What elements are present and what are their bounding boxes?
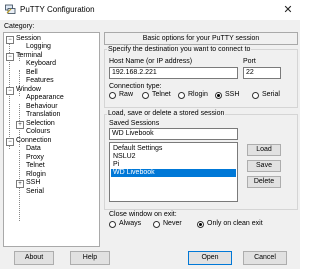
radio-ssh-label[interactable]: SSH [225, 91, 239, 98]
radio-serial-label[interactable]: Serial [262, 91, 280, 98]
category-label: Category: [4, 23, 35, 30]
cancel-button[interactable]: Cancel [243, 251, 287, 265]
tree-item-serial[interactable]: Serial [26, 188, 44, 196]
tree-item-ssh[interactable]: SSH [26, 179, 40, 187]
tree-item-telnet[interactable]: Telnet [26, 162, 45, 170]
radio-always-label[interactable]: Always [119, 220, 141, 227]
radio-ssh[interactable] [215, 92, 222, 99]
tree-item-bell[interactable]: Bell [26, 69, 38, 77]
tree-item-selection[interactable]: Selection [26, 120, 55, 128]
tree-item-colours[interactable]: Colours [26, 128, 50, 136]
about-button[interactable]: About [14, 251, 54, 265]
tree-item-session[interactable]: Session [16, 35, 41, 43]
radio-serial[interactable] [252, 92, 259, 99]
tree-item-logging[interactable]: Logging [26, 43, 51, 51]
tree-item-terminal[interactable]: Terminal [16, 52, 42, 60]
sessions-group-label: Load, save or delete a stored session [107, 110, 226, 117]
tree-item-translation[interactable]: Translation [26, 111, 60, 119]
connection-type-label: Connection type: [109, 83, 162, 90]
list-item[interactable]: Default Settings [111, 145, 236, 153]
collapse-icon[interactable]: − [6, 138, 14, 146]
tree-item-rlogin[interactable]: Rlogin [26, 171, 46, 179]
tree-item-features[interactable]: Features [26, 77, 54, 85]
radio-never-label[interactable]: Never [163, 220, 182, 227]
list-item-selected[interactable]: WD Livebook [111, 169, 236, 177]
window-title: PuTTY Configuration [20, 5, 95, 14]
expand-icon[interactable]: + [16, 121, 24, 129]
save-button[interactable]: Save [247, 160, 281, 172]
sessions-list[interactable]: Default Settings NSLU2 Pi WD Livebook [109, 142, 238, 202]
expand-icon[interactable]: + [16, 180, 24, 188]
radio-never[interactable] [153, 221, 160, 228]
load-button[interactable]: Load [247, 144, 281, 156]
radio-rlogin-label[interactable]: Rlogin [188, 91, 208, 98]
tree-item-keyboard[interactable]: Keyboard [26, 60, 56, 68]
close-exit-label: Close window on exit: [109, 211, 177, 218]
tree-item-window[interactable]: Window [16, 86, 41, 94]
tree-item-appearance[interactable]: Appearance [26, 94, 64, 102]
collapse-icon[interactable]: − [6, 87, 14, 95]
list-item[interactable]: NSLU2 [111, 153, 236, 161]
radio-raw[interactable] [109, 92, 116, 99]
saved-sessions-input[interactable]: WD Livebook [109, 128, 238, 140]
collapse-icon[interactable]: − [6, 36, 14, 44]
radio-rlogin[interactable] [178, 92, 185, 99]
collapse-icon[interactable]: − [6, 53, 14, 61]
saved-sessions-label: Saved Sessions [109, 120, 160, 127]
radio-telnet[interactable] [142, 92, 149, 99]
destination-label: Specify the destination you want to conn… [107, 46, 252, 53]
host-label: Host Name (or IP address) [109, 58, 193, 65]
delete-button[interactable]: Delete [247, 176, 281, 188]
putty-app-icon [5, 4, 16, 15]
tree-item-proxy[interactable]: Proxy [26, 154, 44, 162]
radio-only-on-clean-exit[interactable] [197, 221, 204, 228]
help-button[interactable]: Help [70, 251, 110, 265]
host-input[interactable]: 192.168.2.221 [109, 67, 238, 79]
category-tree[interactable]: − Session Logging − Terminal Keyboard Be… [3, 32, 100, 247]
radio-only-on-clean-exit-label[interactable]: Only on clean exit [207, 220, 263, 227]
tree-item-behaviour[interactable]: Behaviour [26, 103, 58, 111]
tree-item-connection[interactable]: Connection [16, 137, 51, 145]
radio-always[interactable] [109, 221, 116, 228]
close-icon[interactable]: ✕ [280, 2, 296, 18]
radio-raw-label[interactable]: Raw [119, 91, 133, 98]
port-input[interactable]: 22 [243, 67, 281, 79]
list-item[interactable]: Pi [111, 161, 236, 169]
panel-header: Basic options for your PuTTY session [104, 32, 298, 45]
open-button[interactable]: Open [188, 251, 232, 265]
tree-item-data[interactable]: Data [26, 145, 41, 153]
port-label: Port [243, 58, 256, 65]
radio-telnet-label[interactable]: Telnet [152, 91, 171, 98]
